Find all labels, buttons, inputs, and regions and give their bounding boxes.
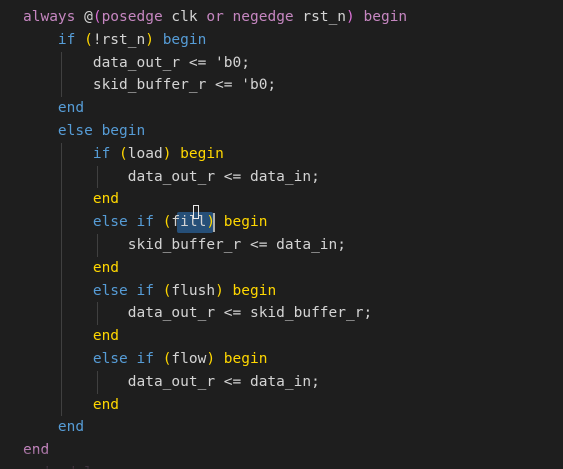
code-line[interactable]: skid_buffer_r <= data_in;	[23, 234, 563, 256]
code-token: data_out_r <= data_in;	[23, 168, 320, 185]
code-token: !rst_n	[92, 31, 146, 48]
code-token: else if	[23, 214, 163, 231]
code-token: else if	[23, 282, 163, 299]
code-line[interactable]: end	[23, 325, 563, 347]
code-line[interactable]: end	[23, 394, 563, 416]
code-token: skid_buffer_r <= data_in;	[23, 237, 347, 253]
code-line[interactable]: else if (flow) begin	[23, 348, 563, 370]
code-line[interactable]: else begin	[23, 120, 563, 142]
code-token: posedge	[101, 9, 172, 25]
code-line[interactable]: end	[23, 416, 563, 438]
code-token: skid_buffer_r <= 'b0;	[23, 77, 277, 94]
code-token: )	[206, 351, 216, 367]
code-token: data_out_r <= data_in;	[23, 373, 320, 390]
code-token: fill	[171, 214, 207, 231]
code-token: data_out_r <= 'b0;	[23, 54, 250, 71]
code-token: @	[84, 9, 93, 25]
code-line[interactable]: end	[23, 97, 563, 119]
code-line[interactable]: data_out_r <= data_in;	[23, 166, 563, 188]
code-token: begin	[153, 31, 207, 48]
code-line[interactable]: data_out_r <= 'b0;	[23, 52, 563, 74]
code-token: end	[23, 396, 120, 413]
code-token: always	[23, 9, 85, 25]
code-token: else begin	[23, 123, 146, 139]
code-token: (	[84, 31, 93, 48]
code-token: rst_n	[302, 9, 347, 25]
code-editor[interactable]: always @(posedge clk or negedge rst_n) b…	[0, 0, 563, 469]
code-token: end	[23, 419, 85, 436]
code-line[interactable]: if (load) begin	[23, 143, 563, 165]
code-token: if	[23, 31, 85, 48]
code-token: begin	[215, 214, 268, 231]
code-token: begin	[354, 9, 408, 25]
code-token: end	[23, 259, 120, 276]
code-line[interactable]: always @(posedge clk or negedge rst_n) b…	[23, 6, 563, 28]
code-line[interactable]: else if (fill) begin	[23, 211, 563, 233]
code-token: or	[206, 9, 233, 25]
code-token: end	[23, 191, 120, 208]
code-token: if	[23, 145, 120, 162]
code-token: begin	[171, 145, 224, 162]
code-line[interactable]: data_out_r <= skid_buffer_r;	[23, 302, 563, 324]
mouse-pointer-icon	[193, 205, 200, 220]
code-token: else if	[23, 351, 163, 367]
code-token: )	[215, 282, 224, 299]
code-line[interactable]: if (!rst_n) begin	[23, 29, 563, 51]
code-token: (	[119, 145, 128, 162]
code-token: load	[127, 145, 163, 162]
code-token: end	[23, 100, 85, 117]
code-token: flush	[171, 282, 216, 299]
code-token: clk	[171, 9, 207, 25]
code-line[interactable]: else if (flush) begin	[23, 280, 563, 302]
code-token: )	[346, 9, 355, 25]
code-token: begin	[215, 351, 268, 367]
code-line[interactable]: end	[23, 257, 563, 279]
code-line[interactable]: end	[23, 188, 563, 210]
scroll-fade	[0, 447, 563, 469]
code-line[interactable]: data_out_r <= data_in;	[23, 371, 563, 393]
code-token: data_out_r <= skid_buffer_r;	[23, 305, 373, 322]
code-token: flow	[171, 351, 207, 367]
code-token: begin	[223, 282, 277, 299]
code-token: negedge	[232, 9, 303, 25]
code-line[interactable]: skid_buffer_r <= 'b0;	[23, 74, 563, 96]
code-token: end	[23, 328, 120, 345]
code-token: )	[145, 31, 154, 48]
text-cursor	[213, 213, 216, 232]
code-token: (	[92, 9, 102, 25]
